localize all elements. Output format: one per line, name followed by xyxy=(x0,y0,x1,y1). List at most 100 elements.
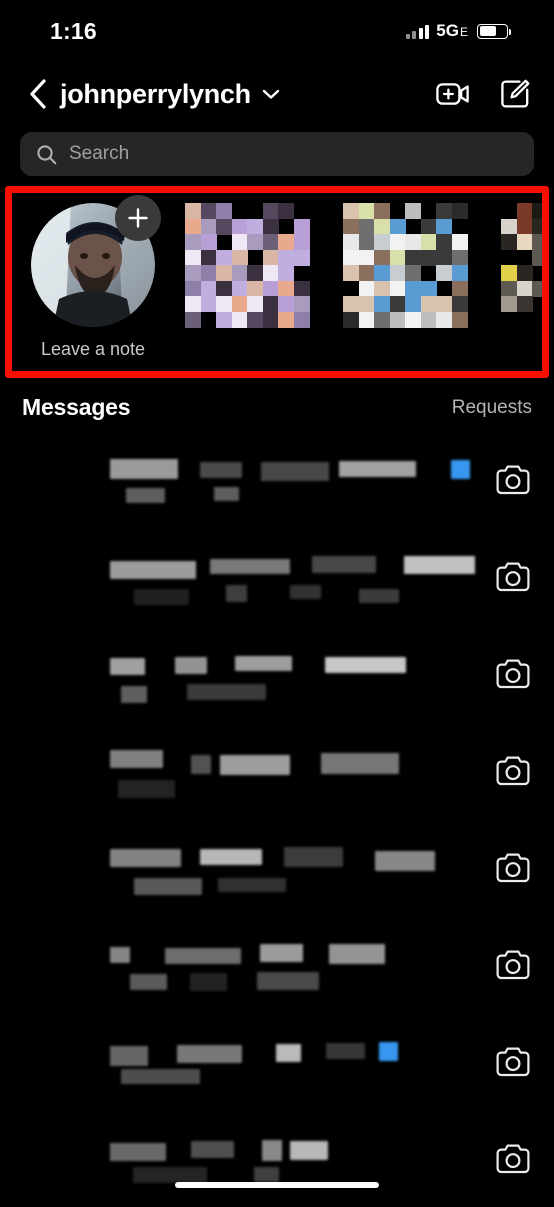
cellular-signal-icon xyxy=(405,24,430,39)
redacted-text xyxy=(235,655,292,671)
redacted-text xyxy=(256,971,319,990)
message-row[interactable] xyxy=(0,528,554,625)
redacted-text xyxy=(253,1166,280,1183)
avatar[interactable] xyxy=(18,1122,92,1196)
search-placeholder: Search xyxy=(69,143,130,164)
avatar xyxy=(501,203,542,327)
redacted-text xyxy=(275,1044,302,1062)
self-note-label: Leave a note xyxy=(40,339,146,359)
redacted-text xyxy=(110,1045,148,1066)
status-bar: 1:16 5GE xyxy=(0,0,554,62)
message-row[interactable] xyxy=(0,1013,554,1110)
camera-icon[interactable] xyxy=(494,752,532,790)
notes-tray-highlight-wrapper: Leave a note xyxy=(0,176,554,378)
note-avatar-wrap[interactable] xyxy=(501,203,542,327)
redacted-text xyxy=(175,656,208,674)
search-input[interactable]: Search xyxy=(20,132,534,176)
add-note-button[interactable] xyxy=(115,195,161,241)
compose-message-button[interactable] xyxy=(498,77,532,111)
redacted-text xyxy=(110,560,197,580)
video-call-add-icon xyxy=(436,83,469,105)
redacted-text xyxy=(260,462,329,482)
redacted-text xyxy=(133,588,189,605)
avatar[interactable] xyxy=(18,831,92,905)
redacted-text xyxy=(126,487,166,504)
message-preview xyxy=(110,443,494,517)
compose-pencil-icon xyxy=(501,79,530,108)
avatar xyxy=(185,203,310,328)
network-suffix-text: E xyxy=(459,25,468,39)
avatar[interactable] xyxy=(18,928,92,1002)
account-switcher[interactable]: johnperrylynch xyxy=(60,79,280,110)
redacted-text xyxy=(133,877,203,895)
message-row[interactable] xyxy=(0,431,554,528)
back-button[interactable] xyxy=(26,77,54,111)
message-preview xyxy=(110,734,494,808)
camera-icon[interactable] xyxy=(494,461,532,499)
avatar[interactable] xyxy=(18,443,92,517)
redacted-text xyxy=(110,947,130,963)
redacted-text xyxy=(200,848,262,866)
messages-section-header: Messages Requests xyxy=(0,378,554,421)
camera-icon[interactable] xyxy=(494,849,532,887)
message-row[interactable] xyxy=(0,625,554,722)
avatar[interactable] xyxy=(18,540,92,614)
note-avatar-wrap[interactable] xyxy=(343,203,468,328)
message-row[interactable] xyxy=(0,819,554,916)
message-list[interactable] xyxy=(0,431,554,1207)
camera-icon[interactable] xyxy=(494,1140,532,1178)
requests-link[interactable]: Requests xyxy=(452,397,532,419)
redacted-text xyxy=(260,943,303,963)
camera-icon[interactable] xyxy=(494,558,532,596)
redacted-text xyxy=(110,849,182,867)
note-avatar-wrap[interactable] xyxy=(185,203,310,328)
redacted-text xyxy=(189,972,228,992)
redacted-text xyxy=(226,585,247,603)
avatar[interactable] xyxy=(18,637,92,711)
redacted-text xyxy=(200,462,243,478)
camera-icon[interactable] xyxy=(494,946,532,984)
redacted-text xyxy=(110,749,163,769)
camera-icon[interactable] xyxy=(494,655,532,693)
message-preview xyxy=(110,928,494,1002)
redacted-text xyxy=(186,684,267,700)
note-item-4[interactable] xyxy=(484,199,542,327)
avatar[interactable] xyxy=(18,734,92,808)
note-item-self[interactable]: Leave a note xyxy=(18,195,168,360)
redacted-text xyxy=(120,686,148,703)
page-title: johnperrylynch xyxy=(60,78,251,109)
search-container: Search xyxy=(0,126,554,176)
search-icon xyxy=(37,144,57,164)
app-header: johnperrylynch xyxy=(0,62,554,126)
camera-icon[interactable] xyxy=(494,1043,532,1081)
message-row[interactable] xyxy=(0,722,554,819)
redacted-text xyxy=(209,559,290,575)
note-item-3[interactable] xyxy=(326,199,484,328)
redacted-text xyxy=(328,944,385,965)
redacted-text xyxy=(290,1141,328,1160)
redacted-text xyxy=(219,755,290,776)
redacted-text xyxy=(338,460,417,478)
redacted-text xyxy=(110,658,145,675)
redacted-text xyxy=(191,754,211,775)
redacted-text xyxy=(213,487,239,502)
header-actions xyxy=(436,77,532,111)
message-row[interactable] xyxy=(0,1110,554,1207)
message-preview xyxy=(110,637,494,711)
self-note-avatar-wrap[interactable] xyxy=(31,195,161,327)
redacted-text xyxy=(218,877,287,892)
avatar[interactable] xyxy=(18,1025,92,1099)
plus-icon xyxy=(128,208,148,228)
network-type-text: 5G xyxy=(436,21,459,40)
battery-icon xyxy=(477,23,511,39)
redacted-text xyxy=(358,588,400,603)
video-call-button[interactable] xyxy=(436,77,470,111)
status-indicators: 5GE xyxy=(405,21,511,41)
redacted-text xyxy=(325,1043,365,1060)
redacted-text xyxy=(165,947,242,964)
message-row[interactable] xyxy=(0,916,554,1013)
notes-tray[interactable]: Leave a note xyxy=(18,195,542,365)
home-indicator xyxy=(175,1182,379,1188)
note-item-2[interactable] xyxy=(168,199,326,328)
unread-indicator xyxy=(451,459,471,479)
